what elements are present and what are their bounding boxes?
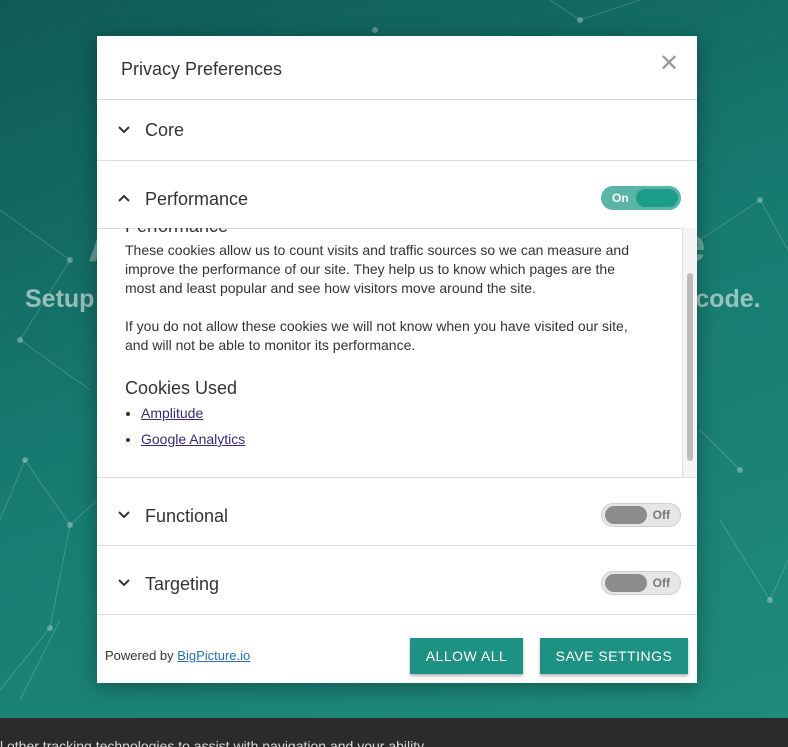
chevron-down-icon [118,511,130,519]
toggle-knob [636,189,678,207]
section-label-performance: Performance [145,189,249,209]
cookies-used-title: Cookies Used [125,378,238,398]
cookie-banner-bar: l other tracking technologies to assist … [0,718,788,747]
section-label-targeting: Targeting [145,574,220,594]
powered-by: Powered by BigPicture.io [105,648,250,663]
chevron-up-icon [118,194,130,202]
performance-subtitle: Performance [125,228,645,237]
toggle-state-text: Off [652,508,670,522]
performance-disclaimer: If you do not allow these cookies we wil… [125,318,628,353]
toggle-knob [605,574,647,592]
powered-by-label: Powered by [105,648,174,663]
allow-all-button[interactable]: ALLOW ALL [410,638,523,674]
privacy-preferences-modal: Privacy Preferences ✕ Core Performance O… [97,36,697,683]
section-core[interactable]: Core [97,100,697,161]
cookie-link-amplitude[interactable]: Amplitude [141,405,203,421]
powered-by-link[interactable]: BigPicture.io [177,648,250,663]
cookie-banner-text: l other tracking technologies to assist … [0,738,425,747]
chevron-down-icon [118,579,130,587]
list-item: Google Analytics [141,431,645,447]
modal-title: Privacy Preferences [121,59,283,79]
close-icon[interactable]: ✕ [659,52,679,76]
chevron-down-icon [118,126,130,134]
cookie-link-google-analytics[interactable]: Google Analytics [141,431,245,447]
modal-footer: Powered by BigPicture.io ALLOW ALL SAVE … [97,615,697,683]
modal-header: Privacy Preferences ✕ [97,36,697,100]
targeting-toggle[interactable]: Off [601,571,681,595]
functional-toggle[interactable]: Off [601,503,681,527]
save-settings-button[interactable]: SAVE SETTINGS [540,638,688,674]
section-performance[interactable]: Performance On [97,161,697,229]
performance-details-content: Performance These cookies allow us to co… [125,228,645,457]
section-functional[interactable]: Functional Off [97,478,697,546]
section-targeting[interactable]: Targeting Off [97,546,697,615]
list-item: Amplitude [141,405,645,421]
background-subheading-left: Setup [25,285,95,313]
performance-toggle[interactable]: On [601,186,681,210]
scrollbar-thumb[interactable] [687,273,693,461]
toggle-state-text: On [612,191,629,205]
cookies-list: Amplitude Google Analytics [125,405,645,447]
section-label-functional: Functional [145,506,229,526]
performance-description: These cookies allow us to count visits a… [125,242,629,296]
toggle-state-text: Off [652,576,670,590]
scrollbar[interactable] [682,228,697,477]
section-label-core: Core [145,120,185,140]
performance-details-panel: Performance These cookies allow us to co… [97,228,697,478]
toggle-knob [605,506,647,524]
